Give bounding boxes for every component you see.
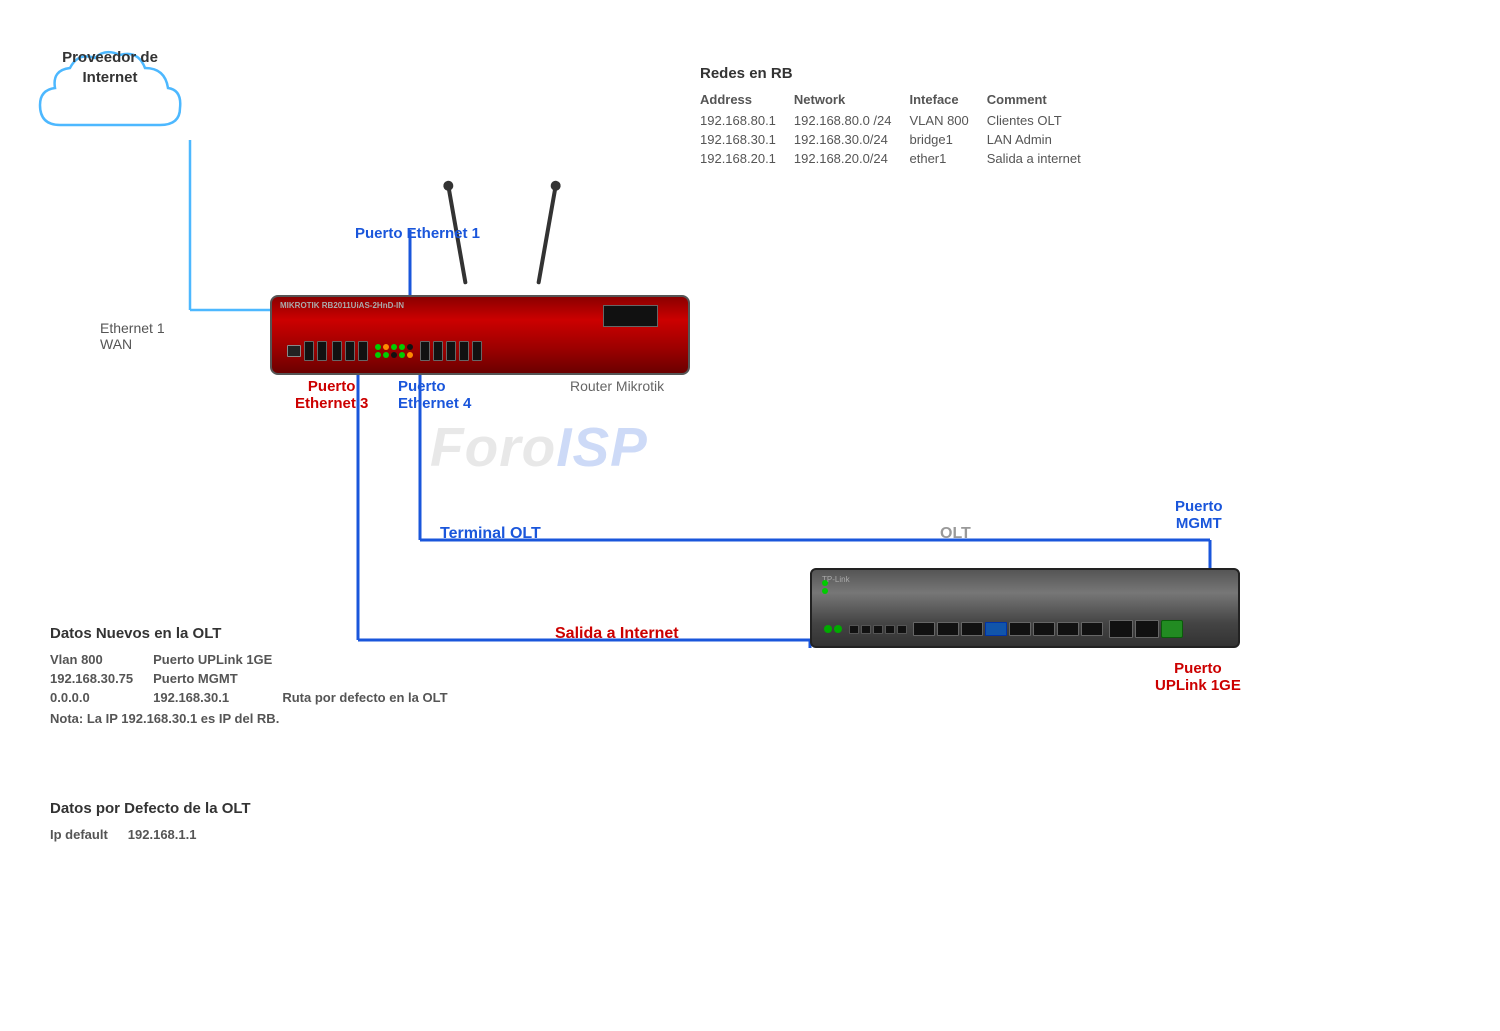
network-data-table: Address Network Inteface Comment 192.168… bbox=[700, 90, 1099, 168]
table-row: 0.0.0.0 192.168.30.1 Ruta por defecto en… bbox=[50, 688, 448, 707]
iface-1: VLAN 800 bbox=[910, 111, 987, 130]
datos-defecto-table: Ip default 192.168.1.1 bbox=[50, 825, 196, 844]
iface-3: ether1 bbox=[910, 149, 987, 168]
terminal-olt-label: Terminal OLT bbox=[440, 525, 541, 543]
ip-default-value: 192.168.1.1 bbox=[128, 825, 197, 844]
col-network: Network bbox=[794, 90, 910, 111]
table-row: 192.168.30.1 192.168.30.0/24 bridge1 LAN… bbox=[700, 130, 1099, 149]
ip-label: 192.168.30.75 bbox=[50, 669, 153, 688]
table-row: 192.168.20.1 192.168.20.0/24 ether1 Sali… bbox=[700, 149, 1099, 168]
route-desc: Ruta por defecto en la OLT bbox=[272, 688, 447, 707]
ip-value: Puerto MGMT bbox=[153, 669, 272, 688]
route-dst: 192.168.30.1 bbox=[153, 688, 272, 707]
olt-device: TP-Link bbox=[810, 568, 1240, 648]
comment-1: Clientes OLT bbox=[987, 111, 1099, 130]
nota-text: Nota: La IP 192.168.30.1 es IP del RB. bbox=[50, 711, 448, 726]
addr-2: 192.168.30.1 bbox=[700, 130, 794, 149]
salida-internet-label: Salida a Internet bbox=[555, 625, 679, 643]
router-device: MIKROTIK RB2011UiAS-2HnD-IN bbox=[270, 295, 690, 375]
datos-nuevos-table: Vlan 800 Puerto UPLink 1GE 192.168.30.75… bbox=[50, 650, 448, 707]
iface-2: bridge1 bbox=[910, 130, 987, 149]
datos-defecto-section: Datos por Defecto de la OLT Ip default 1… bbox=[50, 800, 251, 844]
net-1: 192.168.80.0 /24 bbox=[794, 111, 910, 130]
network-table: Redes en RB Address Network Inteface Com… bbox=[700, 65, 1099, 168]
table-row: Ip default 192.168.1.1 bbox=[50, 825, 196, 844]
ip-default-label: Ip default bbox=[50, 825, 128, 844]
puerto-ethernet4-label: PuertoEthernet 4 bbox=[398, 378, 471, 412]
vlan-value: Puerto UPLink 1GE bbox=[153, 650, 272, 669]
col-comment: Comment bbox=[987, 90, 1099, 111]
addr-3: 192.168.20.1 bbox=[700, 149, 794, 168]
comment-3: Salida a internet bbox=[987, 149, 1099, 168]
puerto-ethernet3-label: PuertoEthernet 3 bbox=[295, 378, 368, 412]
watermark: ForoISP bbox=[430, 415, 648, 479]
puerto-mgmt-label: PuertoMGMT bbox=[1175, 498, 1223, 532]
puerto-uplink-label: PuertoUPLink 1GE bbox=[1155, 660, 1241, 694]
net-3: 192.168.20.0/24 bbox=[794, 149, 910, 168]
vlan-label: Vlan 800 bbox=[50, 650, 153, 669]
datos-nuevos-title: Datos Nuevos en la OLT bbox=[50, 625, 448, 642]
cloud-line1: Proveedor de bbox=[30, 48, 190, 68]
addr-1: 192.168.80.1 bbox=[700, 111, 794, 130]
cloud-label: Proveedor de Internet bbox=[30, 48, 190, 87]
olt-device-label: OLT bbox=[940, 525, 971, 543]
col-interface: Inteface bbox=[910, 90, 987, 111]
table-row: 192.168.30.75 Puerto MGMT bbox=[50, 669, 448, 688]
route-src: 0.0.0.0 bbox=[50, 688, 153, 707]
col-address: Address bbox=[700, 90, 794, 111]
main-canvas: Proveedor de Internet MIKROTIK RB2011UiA… bbox=[0, 0, 1500, 1031]
router-label: Router Mikrotik bbox=[570, 378, 664, 394]
ethernet1-wan-label: Ethernet 1 WAN bbox=[100, 320, 165, 352]
puerto-ethernet1-label: Puerto Ethernet 1 bbox=[355, 225, 480, 242]
datos-nuevos-section: Datos Nuevos en la OLT Vlan 800 Puerto U… bbox=[50, 625, 448, 726]
comment-2: LAN Admin bbox=[987, 130, 1099, 149]
table-row: Vlan 800 Puerto UPLink 1GE bbox=[50, 650, 448, 669]
table-title: Redes en RB bbox=[700, 65, 1099, 82]
datos-defecto-title: Datos por Defecto de la OLT bbox=[50, 800, 251, 817]
antenna-right bbox=[536, 185, 557, 284]
table-row: 192.168.80.1 192.168.80.0 /24 VLAN 800 C… bbox=[700, 111, 1099, 130]
net-2: 192.168.30.0/24 bbox=[794, 130, 910, 149]
cloud-line2: Internet bbox=[30, 68, 190, 88]
